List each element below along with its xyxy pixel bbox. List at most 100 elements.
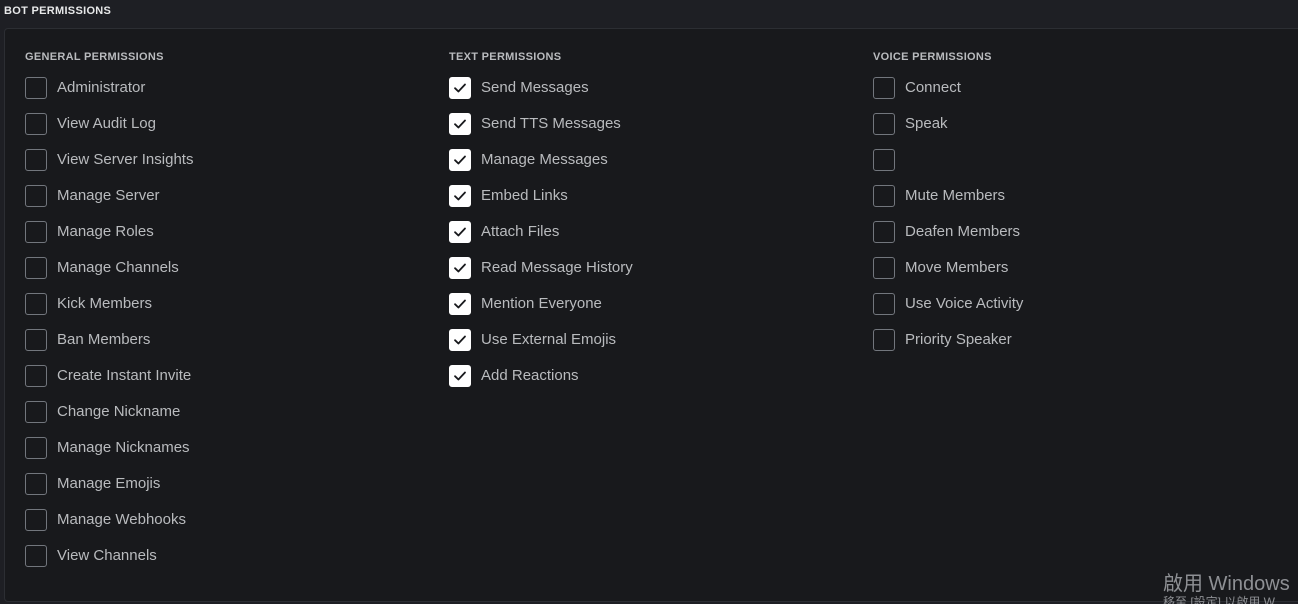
permission-item[interactable]: Create Instant Invite — [25, 365, 193, 401]
permission-item[interactable]: Send Messages — [449, 77, 633, 113]
permission-item[interactable]: Mention Everyone — [449, 293, 633, 329]
permission-item[interactable]: Attach Files — [449, 221, 633, 257]
permission-item[interactable]: Manage Webhooks — [25, 509, 193, 545]
bot-permissions-page: BOT PERMISSIONS GENERAL PERMISSIONS Admi… — [0, 0, 1298, 604]
permission-label: Manage Messages — [481, 151, 608, 168]
permission-checkbox[interactable] — [25, 257, 47, 279]
permission-checkbox[interactable] — [449, 257, 471, 279]
permission-item[interactable]: Send TTS Messages — [449, 113, 633, 149]
permission-label: Use External Emojis — [481, 331, 617, 348]
permission-checkbox[interactable] — [25, 221, 47, 243]
permission-checkbox[interactable] — [873, 113, 895, 135]
permission-checkbox[interactable] — [449, 149, 471, 171]
permission-checkbox[interactable] — [873, 221, 895, 243]
permission-label: Connect — [905, 79, 961, 96]
permission-checkbox[interactable] — [25, 149, 47, 171]
permission-checkbox[interactable] — [25, 293, 47, 315]
check-icon — [454, 299, 466, 309]
permission-item[interactable] — [873, 149, 1023, 185]
permission-item[interactable]: Manage Channels — [25, 257, 193, 293]
check-icon — [454, 119, 466, 129]
text-permissions-title: TEXT PERMISSIONS — [449, 51, 562, 63]
permission-item[interactable]: Manage Nicknames — [25, 437, 193, 473]
permission-checkbox[interactable] — [449, 221, 471, 243]
permission-checkbox[interactable] — [25, 365, 47, 387]
permission-checkbox[interactable] — [25, 545, 47, 567]
permission-checkbox[interactable] — [25, 185, 47, 207]
permission-checkbox[interactable] — [25, 437, 47, 459]
permission-item[interactable]: Change Nickname — [25, 401, 193, 437]
permission-item[interactable]: Use Voice Activity — [873, 293, 1023, 329]
check-icon — [454, 371, 466, 381]
general-permissions-title: GENERAL PERMISSIONS — [25, 51, 164, 63]
permission-label: Kick Members — [57, 295, 153, 312]
permission-checkbox[interactable] — [25, 329, 47, 351]
permission-label: Administrator — [57, 79, 146, 96]
permission-item[interactable]: Move Members — [873, 257, 1023, 293]
general-permissions-list: Administrator View Audit Log View Server I… — [25, 77, 193, 581]
permission-item[interactable]: Manage Emojis — [25, 473, 193, 509]
permission-label: Move Members — [905, 259, 1009, 276]
permission-checkbox[interactable] — [25, 509, 47, 531]
permission-checkbox[interactable] — [449, 365, 471, 387]
permission-item[interactable]: Administrator — [25, 77, 193, 113]
permission-label: Manage Server — [57, 187, 160, 204]
permission-checkbox[interactable] — [25, 113, 47, 135]
permission-label: Mute Members — [905, 187, 1006, 204]
permission-label: Deafen Members — [905, 223, 1021, 240]
permission-checkbox[interactable] — [873, 149, 895, 171]
voice-permissions-list: Connect Speak Mute Members Deafen Members Mo… — [873, 77, 1023, 365]
permission-label: Priority Speaker — [905, 331, 1012, 348]
permission-label: Send Messages — [481, 79, 589, 96]
permission-item[interactable]: Priority Speaker — [873, 329, 1023, 365]
permission-label: Speak — [905, 115, 948, 132]
permission-label: Manage Roles — [57, 223, 154, 240]
permission-checkbox[interactable] — [449, 77, 471, 99]
text-permissions-list: Send Messages Send TTS Messages Manage Mes… — [449, 77, 633, 401]
permission-checkbox[interactable] — [449, 293, 471, 315]
permission-checkbox[interactable] — [25, 473, 47, 495]
permission-label: Manage Emojis — [57, 475, 161, 492]
permission-item[interactable]: Read Message History — [449, 257, 633, 293]
permission-label: Add Reactions — [481, 367, 579, 384]
permission-label: Manage Nicknames — [57, 439, 190, 456]
permission-item[interactable]: Embed Links — [449, 185, 633, 221]
permission-checkbox[interactable] — [449, 185, 471, 207]
permission-checkbox[interactable] — [873, 257, 895, 279]
permission-checkbox[interactable] — [449, 329, 471, 351]
permission-checkbox[interactable] — [25, 401, 47, 423]
permission-label: View Server Insights — [57, 151, 194, 168]
permission-checkbox[interactable] — [873, 329, 895, 351]
permission-item[interactable]: Deafen Members — [873, 221, 1023, 257]
permission-item[interactable]: View Audit Log — [25, 113, 193, 149]
windows-activation-watermark: 啟用 Windows — [1163, 573, 1290, 595]
permission-checkbox[interactable] — [873, 77, 895, 99]
check-icon — [454, 263, 466, 273]
permission-item[interactable]: Use External Emojis — [449, 329, 633, 365]
check-icon — [454, 83, 466, 93]
permission-item[interactable]: View Channels — [25, 545, 193, 581]
permissions-panel: GENERAL PERMISSIONS Administrator View Au… — [4, 28, 1298, 602]
permission-label: Attach Files — [481, 223, 560, 240]
permission-item[interactable]: Manage Messages — [449, 149, 633, 185]
check-icon — [454, 227, 466, 237]
permission-label: Manage Channels — [57, 259, 179, 276]
permission-label: Send TTS Messages — [481, 115, 621, 132]
permission-item[interactable]: Mute Members — [873, 185, 1023, 221]
section-title: BOT PERMISSIONS — [4, 5, 112, 17]
check-icon — [454, 155, 466, 165]
check-icon — [454, 191, 466, 201]
permission-label: Use Voice Activity — [905, 295, 1024, 312]
permission-checkbox[interactable] — [873, 185, 895, 207]
permission-item[interactable]: Add Reactions — [449, 365, 633, 401]
permission-item[interactable]: Connect — [873, 77, 1023, 113]
permission-checkbox[interactable] — [25, 77, 47, 99]
permission-item[interactable]: Ban Members — [25, 329, 193, 365]
permission-item[interactable]: Kick Members — [25, 293, 193, 329]
permission-item[interactable]: Manage Server — [25, 185, 193, 221]
permission-item[interactable]: Speak — [873, 113, 1023, 149]
permission-checkbox[interactable] — [449, 113, 471, 135]
permission-item[interactable]: View Server Insights — [25, 149, 193, 185]
permission-item[interactable]: Manage Roles — [25, 221, 193, 257]
permission-checkbox[interactable] — [873, 293, 895, 315]
